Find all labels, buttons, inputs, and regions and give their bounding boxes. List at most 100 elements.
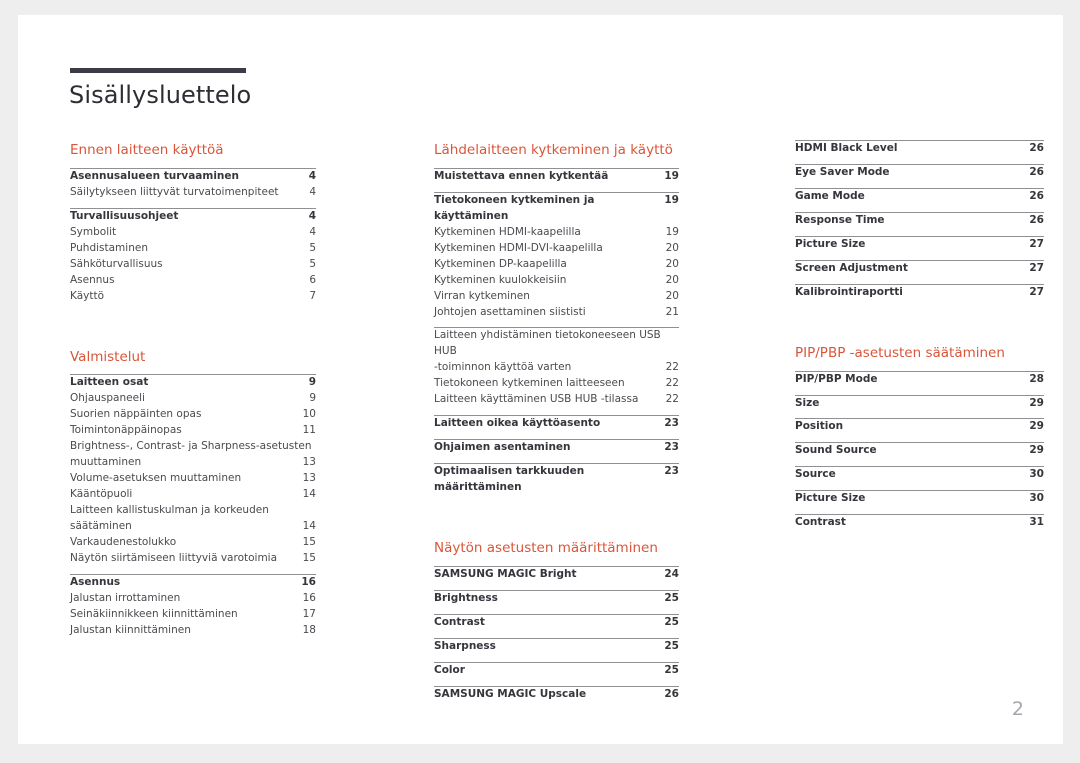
toc-entry[interactable]: Size 29 bbox=[795, 396, 1044, 412]
toc-entry[interactable]: Asennusalueen turvaaminen 4 bbox=[70, 169, 316, 185]
toc-entry-page: 31 bbox=[1029, 516, 1044, 529]
toc-entry[interactable]: Contrast 25 bbox=[434, 615, 679, 631]
toc-entry[interactable]: Game Mode 26 bbox=[795, 189, 1044, 205]
toc-entry-label: Jalustan irrottaminen bbox=[70, 591, 181, 604]
toc-entry[interactable]: PIP/PBP Mode 28 bbox=[795, 372, 1044, 388]
toc-entry[interactable]: Eye Saver Mode 26 bbox=[795, 165, 1044, 181]
toc-entry[interactable]: Laitteen osat 9 bbox=[70, 375, 316, 391]
toc-entry-page: 27 bbox=[1029, 237, 1044, 250]
toc-entry[interactable]: Picture Size 30 bbox=[795, 491, 1044, 507]
toc-entry-label: Picture Size bbox=[795, 237, 866, 250]
toc-entry-label: Asennusalueen turvaaminen bbox=[70, 169, 240, 182]
toc-entry[interactable]: Kalibrointiraportti 27 bbox=[795, 285, 1044, 301]
toc-entry-page: 24 bbox=[664, 567, 679, 580]
toc-group: Picture Size 30 bbox=[795, 490, 1044, 507]
toc-entry[interactable]: Laitteen oikea käyttöasento 23 bbox=[434, 416, 679, 432]
toc-entry-label: Sound Source bbox=[795, 444, 877, 457]
toc-entry[interactable]: Johtojen asettaminen siististi 21 bbox=[434, 305, 679, 321]
toc-entry-label: Suorien näppäinten opas bbox=[70, 408, 202, 421]
heading-spacer bbox=[70, 365, 316, 374]
toc-entry-label: Seinäkiinnikkeen kiinnittäminen bbox=[70, 607, 238, 620]
toc-entry-page: 25 bbox=[664, 615, 679, 628]
toc-entry-page: 30 bbox=[1029, 468, 1044, 481]
toc-entry-page: 23 bbox=[664, 441, 679, 454]
toc-entry[interactable]: Suorien näppäinten opas 10 bbox=[70, 407, 316, 423]
toc-entry[interactable]: HDMI Black Level 26 bbox=[795, 141, 1044, 157]
heading-spacer bbox=[434, 557, 679, 566]
toc-entry[interactable]: Jalustan irrottaminen 16 bbox=[70, 591, 316, 607]
toc-entry[interactable]: Turvallisuusohjeet 4 bbox=[70, 209, 316, 225]
toc-entry-page: 28 bbox=[1029, 372, 1044, 385]
toc-entry[interactable]: Symbolit 4 bbox=[70, 225, 316, 241]
toc-entry[interactable]: Brightness-, Contrast- ja Sharpness-aset… bbox=[70, 439, 316, 471]
toc-entry[interactable]: Source 30 bbox=[795, 467, 1044, 483]
toc-entry[interactable]: Näytön siirtämiseen liittyviä varotoimia… bbox=[70, 551, 316, 567]
toc-entry[interactable]: Ohjaimen asentaminen 23 bbox=[434, 440, 679, 456]
toc-entry[interactable]: Sound Source 29 bbox=[795, 443, 1044, 459]
toc-entry-page: 14 bbox=[302, 488, 316, 501]
toc-entry[interactable]: Jalustan kiinnittäminen 18 bbox=[70, 623, 316, 639]
toc-entry[interactable]: Varkaudenestolukko 15 bbox=[70, 535, 316, 551]
toc-entry[interactable]: Brightness 25 bbox=[434, 591, 679, 607]
toc-entry-label: Säilytykseen liittyvät turvatoimenpiteet bbox=[70, 185, 279, 198]
toc-entry[interactable]: SAMSUNG MAGIC Upscale 26 bbox=[434, 687, 679, 703]
toc-entry[interactable]: Ohjauspaneeli 9 bbox=[70, 391, 316, 407]
toc-entry[interactable]: Seinäkiinnikkeen kiinnittäminen 17 bbox=[70, 607, 316, 623]
toc-entry[interactable]: Asennus 6 bbox=[70, 273, 316, 289]
toc-entry[interactable]: Käyttö 7 bbox=[70, 289, 316, 305]
toc-entry[interactable]: SAMSUNG MAGIC Bright 24 bbox=[434, 567, 679, 583]
toc-entry-label: Käyttö bbox=[70, 289, 105, 302]
toc-entry[interactable]: Asennus 16 bbox=[70, 575, 316, 591]
toc-entry[interactable]: Kytkeminen DP-kaapelilla 20 bbox=[434, 257, 679, 273]
toc-entry[interactable]: Screen Adjustment 27 bbox=[795, 261, 1044, 277]
toc-entry[interactable]: Kytkeminen HDMI-kaapelilla 19 bbox=[434, 225, 679, 241]
toc-entry[interactable]: Color 25 bbox=[434, 663, 679, 679]
toc-entry-label: Ohjauspaneeli bbox=[70, 392, 145, 405]
toc-entry[interactable]: Tietokoneen kytkeminen laitteeseen 22 bbox=[434, 376, 679, 392]
toc-entry-label: Johtojen asettaminen siististi bbox=[434, 305, 586, 318]
toc-entry[interactable]: Response Time 26 bbox=[795, 213, 1044, 229]
toc-entry[interactable]: Toimintonäppäinopas 11 bbox=[70, 423, 316, 439]
toc-entry-page: 27 bbox=[1029, 285, 1044, 298]
toc-entry[interactable]: Sharpness 25 bbox=[434, 639, 679, 655]
toc-entry-label: Kalibrointiraportti bbox=[795, 285, 903, 298]
toc-entry[interactable]: Volume-asetuksen muuttaminen 13 bbox=[70, 471, 316, 487]
toc-entry[interactable]: Contrast 31 bbox=[795, 515, 1044, 531]
toc-group: Asennus 16 Jalustan irrottaminen 16 Seinäkii… bbox=[70, 573, 316, 639]
toc-entry-label: Size bbox=[795, 396, 820, 409]
toc-entry[interactable]: Sähköturvallisuus 5 bbox=[70, 257, 316, 273]
toc-entry-page: 26 bbox=[1029, 189, 1044, 202]
toc-entry-label: Turvallisuusohjeet bbox=[70, 209, 179, 222]
toc-entry[interactable]: Picture Size 27 bbox=[795, 237, 1044, 253]
toc-entry[interactable]: Muistettava ennen kytkentää 19 bbox=[434, 169, 679, 185]
toc-entry[interactable]: Position 29 bbox=[795, 419, 1044, 435]
toc-entry-label: Source bbox=[795, 468, 836, 481]
toc-entry[interactable]: Puhdistaminen 5 bbox=[70, 241, 316, 257]
toc-entry[interactable]: Kytkeminen kuulokkeisiin 20 bbox=[434, 273, 679, 289]
toc-entry[interactable]: Laitteen kallistuskulman ja korkeuden sää… bbox=[70, 503, 316, 535]
toc-entry[interactable]: Säilytykseen liittyvät turvatoimenpiteet… bbox=[70, 185, 316, 201]
toc-entry[interactable]: Kytkeminen HDMI-DVI-kaapelilla 20 bbox=[434, 241, 679, 257]
toc-entry[interactable]: Optimaalisen tarkkuuden määrittäminen 23 bbox=[434, 464, 679, 496]
toc-entry-page: 11 bbox=[302, 424, 316, 437]
toc-entry-page: 19 bbox=[664, 193, 679, 206]
toc-entry-label: Ohjaimen asentaminen bbox=[434, 441, 571, 454]
toc-entry-page: 4 bbox=[309, 225, 316, 238]
toc-entry[interactable]: Laitteen yhdistäminen tietokoneeseen USB… bbox=[434, 328, 679, 376]
toc-group: SAMSUNG MAGIC Bright 24 bbox=[434, 565, 679, 583]
toc-entry[interactable]: Virran kytkeminen 20 bbox=[434, 289, 679, 305]
toc-entry[interactable]: Kääntöpuoli 14 bbox=[70, 487, 316, 503]
toc-entry-page: 4 bbox=[309, 185, 316, 198]
toc-entry-page: 5 bbox=[309, 257, 316, 270]
toc-column-3: HDMI Black Level 26 Eye Saver Mode 26 Game M… bbox=[795, 140, 1044, 531]
toc-entry-page: 25 bbox=[664, 591, 679, 604]
toc-entry[interactable]: Tietokoneen kytkeminen ja käyttäminen 19 bbox=[434, 193, 679, 225]
toc-entry[interactable]: Laitteen käyttäminen USB HUB -tilassa 22 bbox=[434, 392, 679, 408]
